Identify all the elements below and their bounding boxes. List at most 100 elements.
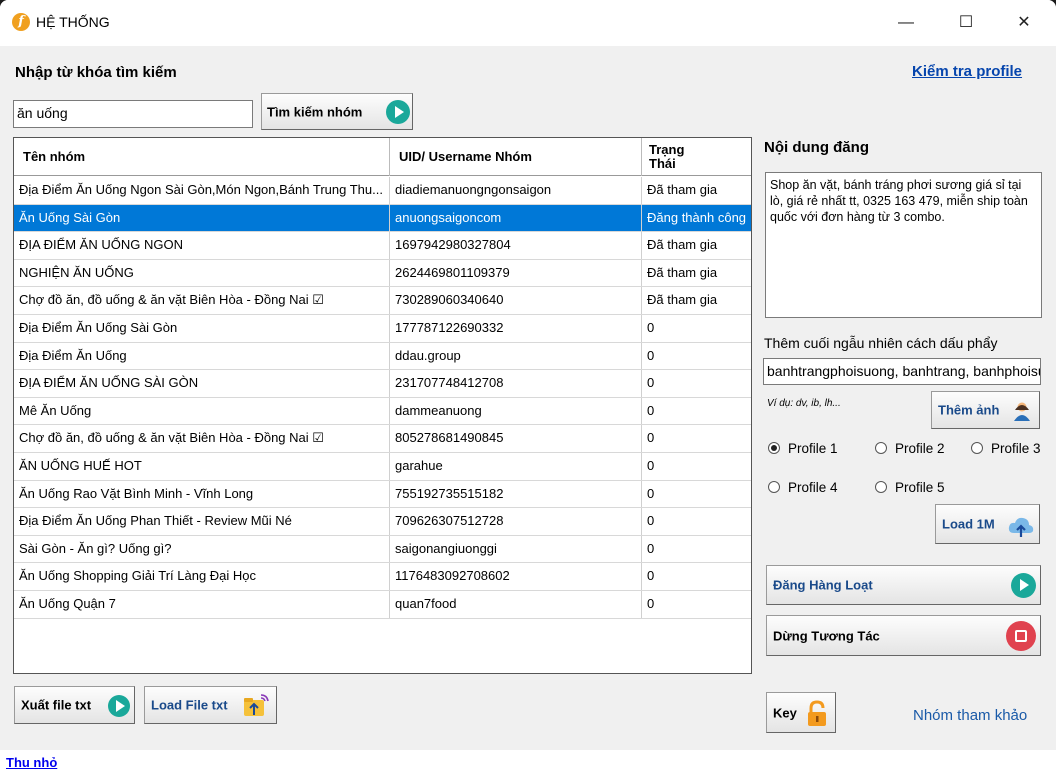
search-group-label: Tìm kiếm nhóm: [267, 104, 363, 119]
cell-group-uid: 1697942980327804: [390, 232, 642, 259]
stop-icon: [1006, 621, 1036, 651]
example-hint: Ví dụ: dv, ib, lh...: [767, 398, 841, 409]
reference-groups-link[interactable]: Nhóm tham khảo: [913, 707, 1027, 724]
cell-status: 0: [647, 458, 655, 473]
search-label: Nhập từ khóa tìm kiếm: [15, 64, 177, 81]
profile-label-3: Profile 3: [991, 441, 1041, 456]
profile-radio-5[interactable]: Profile 5: [875, 480, 945, 495]
group-table[interactable]: Tên nhóm UID/ Username Nhóm Trạng Thái Đ…: [13, 137, 752, 674]
cell-group-uid: garahue: [390, 453, 642, 480]
cell-group-uid: 755192735515182: [390, 480, 642, 508]
cell-group-uid: 805278681490845: [390, 425, 642, 452]
table-row[interactable]: ĂN UỐNG HUẾ HOT garahue 0: [14, 453, 751, 481]
status-bar: Thu nhỏ: [0, 750, 1056, 776]
bulk-post-button[interactable]: Đăng Hàng Loạt: [766, 565, 1041, 605]
cell-group-name: Địa Điểm Ăn Uống Ngon Sài Gòn,Món Ngon,B…: [14, 177, 390, 204]
window-title: HỆ THỐNG: [36, 14, 110, 30]
table-row[interactable]: ĐỊA ĐIỂM ĂN UỐNG NGON 1697942980327804 Đã …: [14, 232, 751, 260]
column-header-name[interactable]: Tên nhóm: [14, 138, 390, 176]
load-1m-button[interactable]: Load 1M: [935, 504, 1040, 544]
play-icon: [1011, 573, 1036, 598]
table-row[interactable]: Ăn Uống Sài Gòn anuongsaigoncom Đăng thành…: [14, 204, 751, 233]
table-row[interactable]: Ăn Uống Shopping Giải Trí Làng Đại Học 11…: [14, 563, 751, 591]
cell-group-uid: 177787122690332: [390, 315, 642, 342]
cell-status: 0: [647, 320, 655, 335]
export-txt-button[interactable]: Xuất file txt: [14, 686, 135, 724]
cell-group-uid: quan7food: [390, 591, 642, 618]
table-row[interactable]: Chợ đồ ăn, đồ uống & ăn vặt Biên Hòa - Đ…: [14, 425, 751, 453]
cell-status: 0: [647, 513, 655, 529]
table-row[interactable]: Địa Điểm Ăn Uống Ngon Sài Gòn,Món Ngon,B…: [14, 177, 751, 205]
load-1m-label: Load 1M: [942, 516, 995, 532]
cell-group-name: ĐỊA ĐIỂM ĂN UỐNG NGON: [14, 232, 390, 259]
stop-interaction-label: Dừng Tương Tác: [773, 628, 880, 643]
minimize-button[interactable]: —: [886, 8, 926, 38]
table-row[interactable]: ĐỊA ĐIỂM ĂN UỐNG SÀI GÒN 231707748412708 0: [14, 370, 751, 398]
cell-group-uid: saigonangiuonggi: [390, 535, 642, 563]
table-row[interactable]: Địa Điểm Ăn Uống ddau.group 0: [14, 342, 751, 371]
cell-group-name: ĐỊA ĐIỂM ĂN UỐNG SÀI GÒN: [14, 370, 390, 397]
key-button[interactable]: Key: [766, 692, 836, 733]
table-row[interactable]: Sài Gòn - Ăn gì? Uống gì? saigonangiuongg…: [14, 535, 751, 564]
cell-status: 0: [647, 485, 655, 501]
load-file-txt-label: Load File txt: [151, 697, 228, 713]
profile-label-1: Profile 1: [788, 441, 838, 456]
table-row[interactable]: Ăn Uống Rao Vặt Bình Minh - Vĩnh Long 755…: [14, 480, 751, 509]
app-icon: f: [12, 13, 30, 31]
table-row[interactable]: Chợ đồ ăn, đồ uống & ăn vặt Biên Hòa - Đ…: [14, 287, 751, 315]
table-row[interactable]: NGHIỆN ĂN UỐNG 262446980110937​9 Đã tham g…: [14, 259, 751, 288]
cell-status: Đã tham gia: [647, 264, 718, 280]
maximize-button[interactable]: ☐: [946, 8, 986, 38]
cell-group-name: NGHIỆN ĂN UỐNG: [14, 259, 390, 287]
post-content-textarea[interactable]: Shop ăn vặt, bánh tráng phơi sương giá s…: [765, 172, 1042, 318]
cell-status: 0: [647, 402, 655, 418]
cell-status: Đăng thành công: [647, 209, 747, 225]
close-button[interactable]: ✕: [1004, 8, 1044, 38]
profile-label-5: Profile 5: [895, 480, 945, 495]
column-header-uid[interactable]: UID/ Username Nhóm: [390, 138, 642, 176]
column-header-status[interactable]: Trạng Thái: [642, 138, 751, 176]
cell-group-uid: 231707748412708: [390, 370, 642, 397]
cell-status: 0: [647, 430, 655, 446]
cell-group-uid: 1176483092708602: [390, 563, 642, 590]
cell-group-name: Ăn Uống Quận 7: [14, 591, 390, 618]
cell-group-uid: dammeanuong: [390, 397, 642, 425]
profile-radio-3[interactable]: Profile 3: [971, 441, 1041, 456]
cell-status: Đã tham gia: [647, 292, 718, 308]
load-file-txt-button[interactable]: Load File txt: [144, 686, 277, 724]
add-image-label: Thêm ảnh: [938, 402, 1000, 418]
cell-group-name: Chợ đồ ăn, đồ uống & ăn vặt Biên Hòa - Đ…: [14, 287, 390, 314]
add-image-button[interactable]: Thêm ảnh: [931, 391, 1040, 429]
profile-radio-4[interactable]: Profile 4: [768, 480, 838, 495]
tail-input[interactable]: banhtrangphoisuong, banhtrang, banhphois…: [763, 358, 1041, 385]
search-group-button[interactable]: Tìm kiếm nhóm: [261, 93, 413, 130]
cell-group-name: Ăn Uống Shopping Giải Trí Làng Đại Học: [14, 563, 390, 590]
table-row[interactable]: Địa Điểm Ăn Uống Phan Thiết - Review Mũi…: [14, 508, 751, 536]
user-icon: [1014, 402, 1030, 421]
stop-interaction-button[interactable]: Dừng Tương Tác: [766, 615, 1041, 656]
cell-group-name: Ăn Uống Sài Gòn: [14, 204, 390, 232]
cell-status: Đã tham gia: [647, 182, 718, 197]
cell-group-name: Địa Điểm Ăn Uống Phan Thiết - Review Mũi…: [14, 508, 390, 535]
search-input[interactable]: ăn uống: [13, 100, 253, 128]
profile-radio-2[interactable]: Profile 2: [875, 441, 945, 456]
table-row[interactable]: Địa Điểm Ăn Uống Sài Gòn 177787122690332 0: [14, 315, 751, 343]
tail-label: Thêm cuối ngẫu nhiên cách dấu phẩy: [764, 335, 998, 351]
check-profile-link[interactable]: Kiểm tra profile: [912, 63, 1022, 80]
profile-radio-1[interactable]: Profile 1: [768, 441, 838, 456]
key-label: Key: [773, 705, 797, 720]
post-content-label: Nội dung đăng: [764, 139, 869, 156]
cell-group-name: Mê Ăn Uống: [14, 397, 390, 425]
main-window: f HỆ THỐNG — ☐ ✕ Nhập từ khóa tìm kiếm K…: [0, 0, 1056, 776]
minimize-link[interactable]: Thu nhỏ: [6, 755, 57, 770]
table-row[interactable]: Mê Ăn Uống dammeanuong 0: [14, 397, 751, 426]
radio-dot-1: [768, 442, 780, 454]
lock-icon: [808, 700, 826, 726]
folder-upload-icon: [244, 694, 269, 716]
cell-group-uid: ddau.group: [390, 342, 642, 370]
bulk-post-label: Đăng Hàng Loạt: [773, 577, 873, 593]
cell-status: Đã tham gia: [647, 237, 718, 253]
cell-group-name: Địa Điểm Ăn Uống: [14, 342, 390, 370]
table-row[interactable]: Ăn Uống Quận 7 quan7food 0: [14, 591, 751, 619]
cell-group-name: Ăn Uống Rao Vặt Bình Minh - Vĩnh Long: [14, 480, 390, 508]
